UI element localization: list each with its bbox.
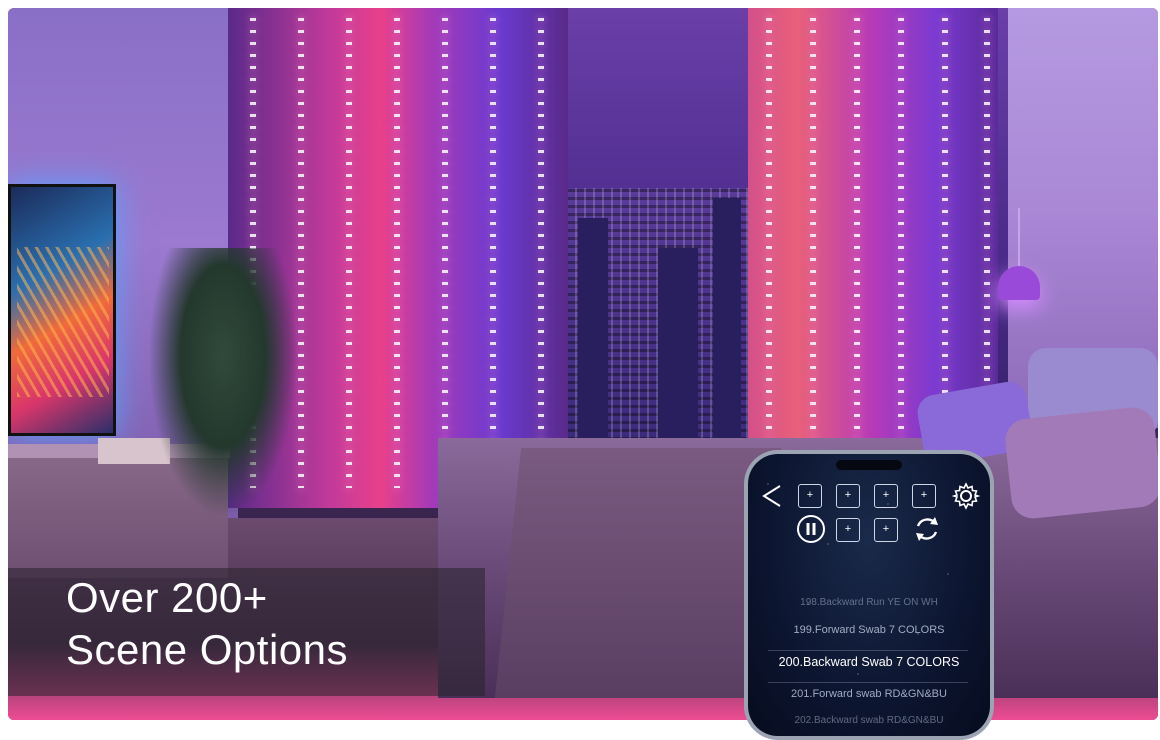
- lamp-cord: [1018, 208, 1020, 268]
- skyscraper: [658, 248, 698, 448]
- led-string: [766, 18, 772, 488]
- scene-option[interactable]: 202.Backward swab RD&GN&BU: [748, 710, 990, 732]
- scene-option-selected[interactable]: 200.Backward Swab 7 COLORS: [748, 646, 990, 678]
- led-string: [346, 18, 352, 488]
- blanket: [494, 448, 782, 698]
- pendant-lamp: [998, 266, 1040, 300]
- scene-option[interactable]: 201.Forward swab RD&GN&BU: [748, 678, 990, 710]
- tv-screen-art: [17, 247, 109, 397]
- wall-tv: [8, 184, 116, 436]
- led-string: [490, 18, 496, 488]
- mode-tile[interactable]: +: [912, 484, 936, 508]
- cycle-arrows-icon: [916, 517, 938, 541]
- headline: Over 200+ Scene Options: [66, 572, 348, 676]
- phone-notch: [836, 460, 902, 470]
- back-button[interactable]: [760, 482, 784, 510]
- city-skyline: [548, 188, 758, 448]
- led-string: [898, 18, 904, 488]
- led-string: [298, 18, 304, 488]
- led-string: [394, 18, 400, 488]
- phone-mockup: + + + + + + 198.Backward Run YE ON WH 19…: [744, 450, 994, 740]
- potted-plant: [148, 248, 298, 518]
- cycle-mode-button[interactable]: [912, 514, 942, 544]
- mode-tile[interactable]: +: [874, 518, 898, 542]
- headline-line-2: Scene Options: [66, 626, 349, 673]
- pause-circle-icon: [797, 515, 825, 543]
- scene-picker[interactable]: 198.Backward Run YE ON WH 199.Forward Sw…: [748, 592, 990, 732]
- pillow: [1003, 405, 1158, 521]
- play-pause-button[interactable]: [796, 514, 826, 544]
- scene-option[interactable]: 198.Backward Run YE ON WH: [748, 592, 990, 614]
- gear-icon: [951, 482, 981, 510]
- led-string: [538, 18, 544, 488]
- skyscraper: [578, 218, 608, 448]
- led-string: [810, 18, 816, 488]
- skyscraper: [713, 198, 741, 448]
- headline-line-1: Over 200+: [66, 574, 268, 621]
- led-string: [442, 18, 448, 488]
- mode-tile[interactable]: +: [836, 518, 860, 542]
- led-string: [854, 18, 860, 488]
- mode-tile[interactable]: +: [798, 484, 822, 508]
- mode-tile[interactable]: +: [836, 484, 860, 508]
- settings-button[interactable]: [951, 482, 981, 510]
- app-screen: + + + + + + 198.Backward Run YE ON WH 19…: [748, 454, 990, 736]
- scene-option[interactable]: 199.Forward Swab 7 COLORS: [748, 614, 990, 646]
- mode-tile[interactable]: +: [874, 484, 898, 508]
- chevron-left-icon: [762, 485, 781, 507]
